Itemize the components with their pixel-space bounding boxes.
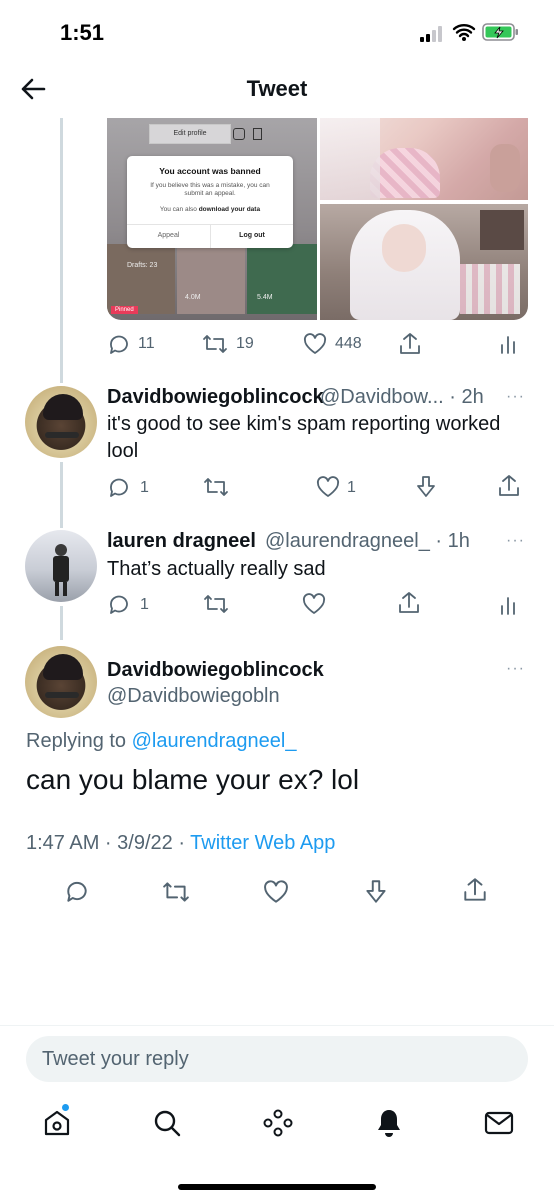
reply-author-handle[interactable]: @laurendragneel_ · 1h	[265, 530, 470, 553]
avatar[interactable]	[25, 530, 97, 602]
tweet-author-name[interactable]: Davidbowiegoblincock	[107, 659, 324, 682]
reply-author-name[interactable]: Davidbowiegoblincock	[107, 386, 324, 409]
home-indicator	[178, 1184, 376, 1190]
embedded-drafts-label: Drafts: 23	[127, 262, 158, 269]
tweet-source-link[interactable]: Twitter Web App	[190, 832, 335, 854]
reply-author-handle[interactable]: @Davidbow... · 2h	[320, 386, 484, 409]
home-tab-icon[interactable]	[42, 1104, 72, 1138]
replying-to-handle[interactable]: @laurendragneel_	[132, 730, 297, 752]
media-grid: Edit profile Drafts: 23 4.0M 5.4M Pinned…	[107, 118, 528, 320]
retweet-icon[interactable]	[202, 332, 228, 356]
share-icon[interactable]	[462, 876, 488, 904]
battery-icon	[482, 22, 520, 42]
thread-line	[60, 118, 63, 383]
reply-composer-placeholder: Tweet your reply	[42, 1048, 189, 1070]
media-image-banned-screenshot[interactable]: Edit profile Drafts: 23 4.0M 5.4M Pinned…	[107, 118, 317, 320]
share-icon[interactable]	[398, 331, 422, 357]
reply-icon[interactable]	[107, 592, 131, 616]
notifications-tab-icon[interactable]	[374, 1107, 404, 1139]
embedded-views-b: 5.4M	[257, 294, 273, 301]
banned-dialog-data-prefix: You can also	[159, 206, 199, 213]
tweet-time-date[interactable]: 1:47 AM · 3/9/22 ·	[26, 832, 190, 854]
reply-composer[interactable]: Tweet your reply	[26, 1036, 528, 1082]
wifi-icon	[452, 22, 476, 42]
banned-dialog-appeal: Appeal	[157, 232, 180, 239]
avatar[interactable]	[25, 386, 97, 458]
search-tab-icon[interactable]	[152, 1108, 182, 1138]
media-image-bottom-right[interactable]	[320, 204, 528, 320]
status-time: 1:51	[60, 20, 105, 45]
share-icon[interactable]	[497, 473, 521, 499]
spaces-tab-icon[interactable]	[262, 1108, 294, 1138]
replying-to: Replying to @laurendragneel_	[26, 730, 297, 753]
more-icon[interactable]: ···	[506, 388, 525, 406]
retweet-count: 19	[236, 335, 254, 352]
retweet-icon[interactable]	[203, 592, 229, 616]
signal-icon	[420, 26, 446, 42]
retweet-icon[interactable]	[162, 879, 190, 905]
media-image-top-right[interactable]	[320, 118, 528, 200]
reply-count: 1	[140, 479, 149, 496]
like-count: 1	[347, 479, 356, 496]
banned-dialog-title: You account was banned	[159, 166, 261, 176]
thread-line	[60, 462, 63, 528]
more-icon[interactable]: ···	[506, 532, 525, 550]
like-icon[interactable]	[302, 332, 328, 356]
embedded-edit-profile-button: Edit profile	[149, 124, 231, 144]
tweet-author-handle[interactable]: @Davidbowiegobln	[107, 685, 280, 708]
tweet-text: can you blame your ex? lol	[26, 764, 360, 795]
reply-icon[interactable]	[64, 878, 90, 904]
like-icon[interactable]	[315, 475, 341, 499]
reply-count: 1	[140, 596, 149, 613]
downvote-icon[interactable]	[414, 474, 438, 500]
embedded-views-a: 4.0M	[185, 294, 201, 301]
share-icon[interactable]	[397, 590, 421, 616]
analytics-icon[interactable]	[498, 333, 518, 355]
banned-dialog-logout: Log out	[239, 232, 265, 239]
banned-dialog-data-link: download your data	[198, 206, 261, 213]
reply-author-name[interactable]: lauren dragneel	[107, 530, 256, 553]
banned-dialog: You account was banned If you believe th…	[127, 156, 293, 248]
embedded-pinned-badge: Pinned	[111, 306, 138, 314]
reply-icon[interactable]	[107, 475, 131, 499]
embedded-grid-cells	[107, 244, 317, 314]
tweet-timestamp: 1:47 AM · 3/9/22 · Twitter Web App	[26, 832, 335, 855]
banned-dialog-body: If you believe this was a mistake, you c…	[150, 182, 270, 197]
embedded-bookmark-icon	[253, 128, 262, 140]
like-icon[interactable]	[301, 592, 327, 616]
reply-text: it's good to see kim's spam reporting wo…	[107, 413, 501, 462]
replying-to-label: Replying to	[26, 730, 132, 752]
thread-line	[60, 606, 63, 640]
avatar[interactable]	[25, 646, 97, 718]
like-icon[interactable]	[262, 879, 290, 905]
retweet-icon[interactable]	[203, 475, 229, 499]
notification-dot	[62, 1104, 69, 1111]
more-icon[interactable]: ···	[506, 660, 525, 678]
reply-icon[interactable]	[107, 332, 131, 356]
downvote-icon[interactable]	[363, 878, 389, 906]
messages-tab-icon[interactable]	[484, 1110, 514, 1136]
reply-text: That’s actually really sad	[107, 558, 326, 580]
like-count: 448	[335, 335, 362, 352]
analytics-icon[interactable]	[498, 594, 518, 616]
page-title: Tweet	[246, 76, 308, 101]
composer-divider	[0, 1025, 554, 1026]
reply-count: 11	[138, 335, 155, 352]
embedded-instagram-icon	[233, 128, 245, 140]
